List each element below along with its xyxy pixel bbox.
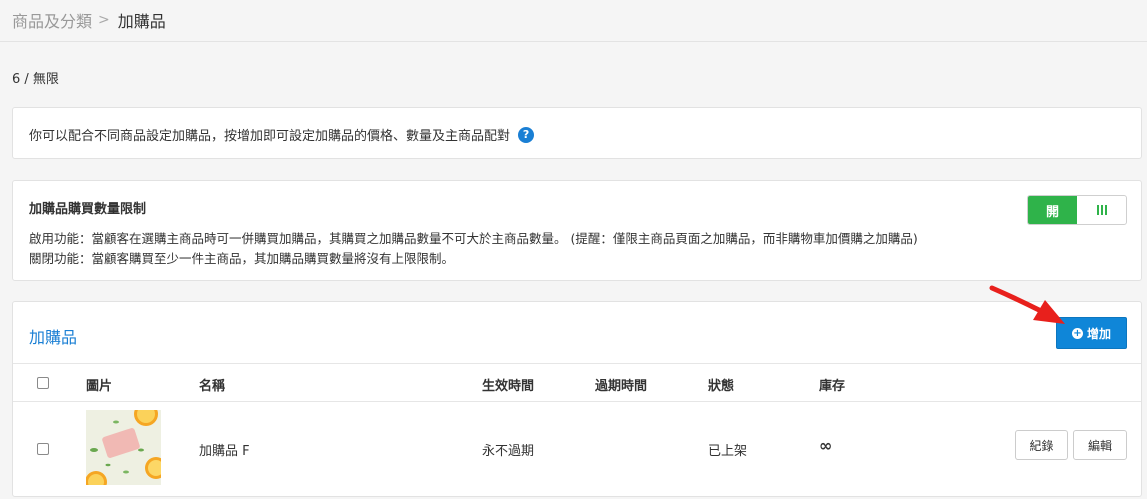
row-stock: ∞ xyxy=(819,436,833,455)
toggle-on-label[interactable]: 開 xyxy=(1028,196,1077,224)
addon-list-panel: 加購品 + 增加 圖片 名稱 生效時間 過期時間 狀態 庫存 加購品 F 永不過… xyxy=(12,301,1142,497)
top-bar: 商品及分類 > 加購品 xyxy=(0,0,1147,42)
row-name: 加購品 F xyxy=(199,444,250,459)
breadcrumb-parent[interactable]: 商品及分類 xyxy=(12,8,92,32)
column-header-image: 圖片 xyxy=(86,379,113,394)
column-header-stock: 庫存 xyxy=(819,379,846,394)
info-text: 你可以配合不同商品設定加購品，按增加即可設定加購品的價格、數量及主商品配對 xyxy=(29,129,511,144)
breadcrumb-current: 加購品 xyxy=(117,12,166,31)
row-status: 已上架 xyxy=(708,444,748,459)
red-arrow-icon xyxy=(989,285,1065,324)
list-header: 加購品 + 增加 xyxy=(13,302,1141,364)
product-thumbnail xyxy=(86,410,161,485)
column-header-name: 名稱 xyxy=(199,379,226,394)
log-button[interactable]: 紀錄 xyxy=(1015,430,1068,460)
limit-desc-off: 關閉功能：當顧客購買至少一件主商品，其加購品購買數量將沒有上限限制。 xyxy=(29,251,455,266)
table-row: 加購品 F 永不過期 已上架 ∞ 紀錄 編輯 xyxy=(13,402,1141,494)
row-start: 永不過期 xyxy=(482,444,535,459)
edit-button[interactable]: 編輯 xyxy=(1073,430,1127,460)
list-title: 加購品 xyxy=(29,328,78,347)
toggle-off-side[interactable] xyxy=(1077,196,1126,224)
breadcrumb: 商品及分類 > 加購品 xyxy=(12,8,166,32)
column-header-end: 過期時間 xyxy=(595,379,648,394)
quota-count: 6 / 無限 xyxy=(12,72,59,87)
table-header: 圖片 名稱 生效時間 過期時間 狀態 庫存 xyxy=(13,364,1141,402)
column-header-status: 狀態 xyxy=(708,379,735,394)
info-panel: 你可以配合不同商品設定加購品，按增加即可設定加購品的價格、數量及主商品配對 ? xyxy=(12,107,1142,159)
help-icon[interactable]: ? xyxy=(518,126,535,143)
column-header-start: 生效時間 xyxy=(482,379,535,394)
breadcrumb-separator: > xyxy=(98,12,110,28)
grip-icon xyxy=(1096,205,1107,215)
row-checkbox[interactable] xyxy=(37,443,49,455)
limit-toggle[interactable]: 開 xyxy=(1027,195,1127,225)
purchase-limit-panel: 加購品購買數量限制 啟用功能：當顧客在選購主商品時可一併購買加購品，其購買之加購… xyxy=(12,180,1142,281)
limit-desc-on: 啟用功能：當顧客在選購主商品時可一併購買加購品，其購買之加購品數量不可大於主商品… xyxy=(29,231,918,246)
select-all-checkbox[interactable] xyxy=(37,377,49,389)
add-button-label: 增加 xyxy=(1086,326,1111,341)
limit-title: 加購品購買數量限制 xyxy=(29,202,147,217)
